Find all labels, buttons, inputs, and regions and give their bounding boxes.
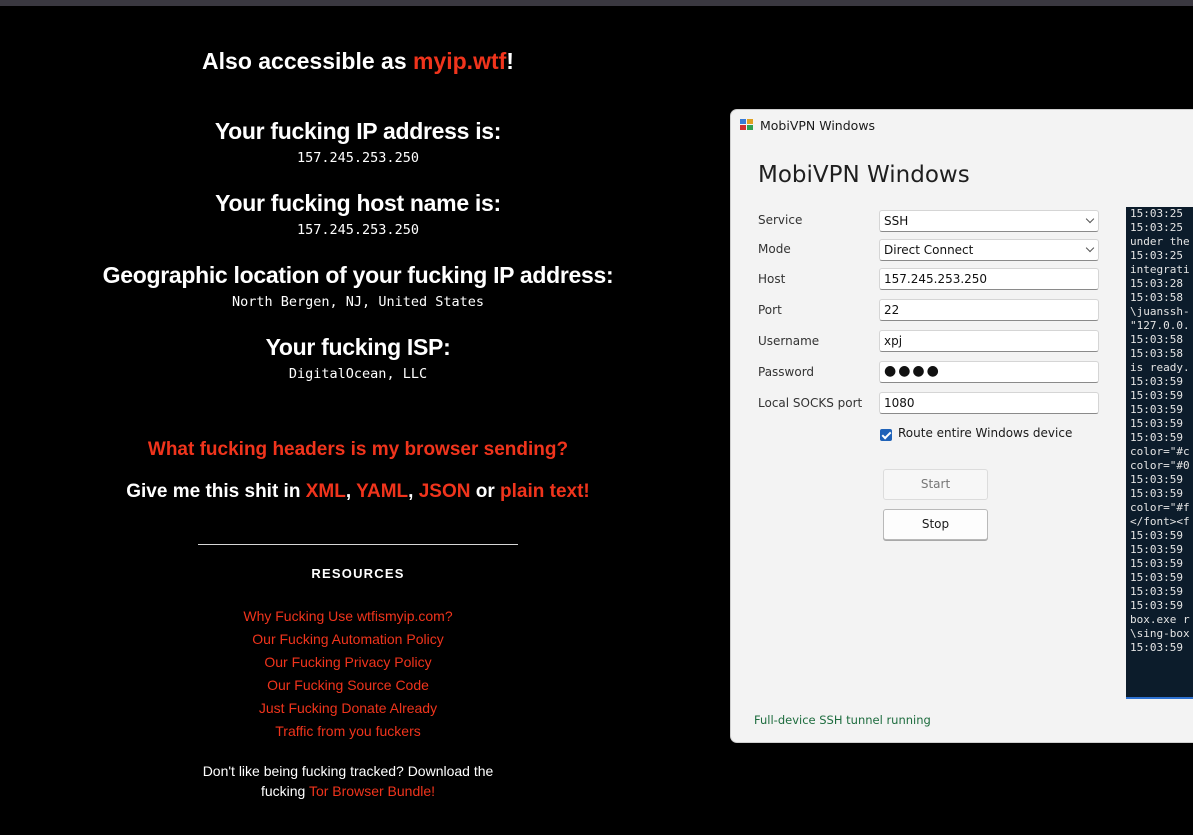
log-line: 15:03:59 — [1130, 543, 1183, 556]
log-line: 15:03:28 — [1130, 277, 1183, 290]
socks-port-label: Local SOCKS port — [758, 396, 863, 410]
log-line: 15:03:59 — [1130, 417, 1183, 430]
route-device-checkbox[interactable] — [880, 429, 892, 441]
log-line: 15:03:25 — [1130, 221, 1183, 234]
log-line: integrati — [1130, 263, 1190, 276]
log-lines: 15:03:25 15:03:25 under the 15:03:25 integra… — [1130, 207, 1193, 655]
stop-button[interactable]: Stop — [883, 509, 988, 540]
password-label: Password — [758, 365, 815, 379]
ip-value: 157.245.253.250 — [297, 150, 419, 166]
log-line: 15:03:59 — [1130, 599, 1183, 612]
log-line: 15:03:59 — [1130, 571, 1183, 584]
resource-link-privacy[interactable]: Our Fucking Privacy Policy — [264, 654, 431, 670]
log-line: "127.0.0. — [1130, 319, 1190, 332]
yaml-link[interactable]: YAML — [356, 481, 408, 502]
log-line: 15:03:58 — [1130, 333, 1183, 346]
log-line: 15:03:59 — [1130, 585, 1183, 598]
divider — [198, 544, 518, 545]
host-title: Your fucking host name is: — [215, 190, 501, 216]
mode-select[interactable]: Direct Connect — [879, 239, 1099, 261]
log-line: 15:03:59 — [1130, 487, 1183, 500]
log-line: \juanssh- — [1130, 305, 1190, 318]
log-line: 15:03:25 — [1130, 207, 1183, 220]
log-line: 15:03:59 — [1130, 641, 1183, 654]
start-button[interactable]: Start — [883, 469, 988, 500]
log-line: 15:03:25 — [1130, 249, 1183, 262]
alt-domain-link[interactable]: myip.wtf — [413, 48, 506, 74]
log-line: 15:03:58 — [1130, 291, 1183, 304]
wtfismyip-page: Also accessible as myip.wtf! Your fuckin… — [0, 0, 716, 835]
app-icon — [740, 119, 754, 132]
host-input[interactable]: 157.245.253.250 — [879, 268, 1099, 290]
route-device-label[interactable]: Route entire Windows device — [898, 426, 1072, 440]
resource-link-why[interactable]: Why Fucking Use wtfismyip.com? — [243, 608, 452, 624]
host-value: 157.245.253.250 — [297, 222, 419, 238]
status-text: Full-device SSH tunnel running — [754, 713, 931, 727]
resource-link-traffic[interactable]: Traffic from you fuckers — [275, 723, 420, 739]
log-line: 15:03:59 — [1130, 431, 1183, 444]
tor-browser-link[interactable]: Tor Browser Bundle — [309, 783, 431, 799]
log-line: color="#c — [1130, 445, 1190, 458]
mobivpn-window: MobiVPN Windows MobiVPN Windows Service … — [730, 109, 1193, 743]
plain-text-link[interactable]: plain text! — [500, 481, 590, 502]
geo-value: North Bergen, NJ, United States — [232, 294, 484, 310]
log-line: under the — [1130, 235, 1190, 248]
json-link[interactable]: JSON — [419, 481, 471, 502]
username-input[interactable]: xpj — [879, 330, 1099, 352]
log-output[interactable]: 15:03:25 15:03:25 under the 15:03:25 integra… — [1126, 207, 1193, 699]
xml-link[interactable]: XML — [306, 481, 346, 502]
log-line: 15:03:59 — [1130, 403, 1183, 416]
log-line: color="#0 — [1130, 459, 1190, 472]
log-line: </font><f — [1130, 515, 1190, 528]
log-line: 15:03:59 — [1130, 389, 1183, 402]
isp-value: DigitalOcean, LLC — [288, 366, 428, 382]
alt-domain-heading: Also accessible as myip.wtf! — [202, 48, 514, 74]
log-line: 15:03:59 — [1130, 473, 1183, 486]
resource-link-donate[interactable]: Just Fucking Donate Already — [259, 700, 437, 716]
ip-title: Your fucking IP address is: — [214, 118, 502, 144]
log-line: 15:03:59 — [1130, 557, 1183, 570]
socks-port-input[interactable]: 1080 — [879, 392, 1099, 414]
port-input[interactable]: 22 — [879, 299, 1099, 321]
resources-list: Why Fucking Use wtfismyip.com? Our Fucki… — [148, 605, 548, 743]
headers-link[interactable]: What fucking headers is my browser sendi… — [0, 439, 716, 461]
log-line: 15:03:59 — [1130, 529, 1183, 542]
window-titlebar[interactable]: MobiVPN Windows — [731, 110, 1193, 142]
username-label: Username — [758, 334, 820, 348]
host-label: Host — [758, 272, 786, 286]
dialog-heading: MobiVPN Windows — [758, 162, 970, 188]
window-title: MobiVPN Windows — [760, 118, 876, 133]
port-label: Port — [758, 303, 782, 317]
password-input[interactable]: ●●●● — [879, 361, 1099, 383]
log-line: is ready. — [1130, 361, 1190, 374]
resource-link-automation[interactable]: Our Fucking Automation Policy — [252, 631, 443, 647]
log-line: box.exe r — [1130, 613, 1190, 626]
formats-line: Give me this shit in XML, YAML, JSON or … — [126, 481, 590, 502]
service-label: Service — [758, 213, 803, 227]
geo-title: Geographic location of your fucking IP a… — [102, 262, 614, 288]
mode-label: Mode — [758, 242, 791, 256]
log-line: 15:03:59 — [1130, 375, 1183, 388]
isp-title: Your fucking ISP: — [265, 334, 451, 360]
log-line: color="#f — [1130, 501, 1190, 514]
tor-notice: Don't like being fucking tracked? Downlo… — [202, 763, 494, 799]
resource-link-source[interactable]: Our Fucking Source Code — [267, 677, 429, 693]
log-line: \sing-box — [1130, 627, 1190, 640]
log-line: 15:03:58 — [1130, 347, 1183, 360]
resources-heading: RESOURCES — [311, 566, 405, 581]
service-select[interactable]: SSH — [879, 210, 1099, 232]
